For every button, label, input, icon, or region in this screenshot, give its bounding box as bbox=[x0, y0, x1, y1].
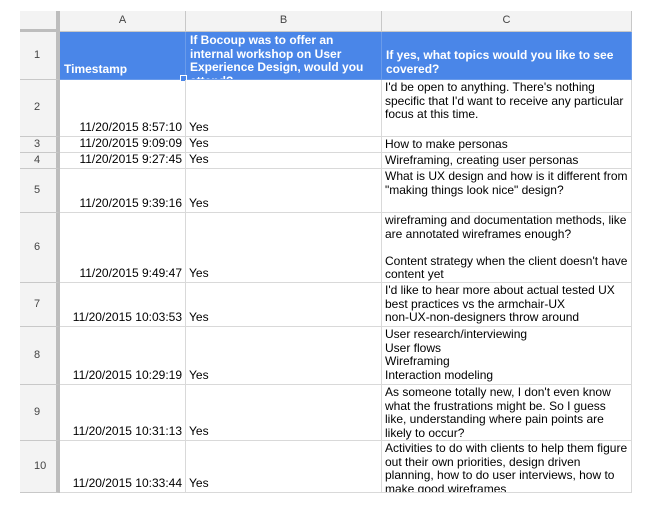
header-cell-attend[interactable]: If Bocoup was to offer an internal works… bbox=[186, 32, 382, 80]
timestamp-cell[interactable]: 11/20/2015 10:31:13 bbox=[60, 385, 186, 441]
row-header[interactable]: 10 bbox=[20, 441, 60, 493]
row-header[interactable]: 5 bbox=[20, 169, 60, 213]
topics-cell[interactable]: Wireframing, creating user personas bbox=[382, 153, 632, 169]
timestamp-cell[interactable]: 11/20/2015 10:33:44 bbox=[60, 441, 186, 493]
header-cell-topics[interactable]: If yes, what topics would you like to se… bbox=[382, 32, 632, 80]
attend-cell[interactable]: Yes bbox=[186, 213, 382, 283]
topics-cell[interactable]: I'd be open to anything. There's nothing… bbox=[382, 80, 632, 137]
topics-cell[interactable]: As someone totally new, I don't even kno… bbox=[382, 385, 632, 441]
row-header-1[interactable]: 1 bbox=[20, 32, 60, 80]
timestamp-cell[interactable]: 11/20/2015 9:27:45 bbox=[60, 153, 186, 169]
row-header[interactable]: 4 bbox=[20, 153, 60, 169]
header-cell-timestamp[interactable]: Timestamp bbox=[60, 32, 186, 80]
topics-cell[interactable]: User research/interviewing User flows Wi… bbox=[382, 327, 632, 385]
attend-cell[interactable]: Yes bbox=[186, 283, 382, 327]
topics-cell[interactable]: How to make personas bbox=[382, 137, 632, 153]
row-header[interactable]: 6 bbox=[20, 213, 60, 283]
row-header[interactable]: 3 bbox=[20, 137, 60, 153]
select-all-corner[interactable] bbox=[20, 11, 60, 32]
column-header-b[interactable]: B bbox=[186, 11, 382, 32]
column-header-a[interactable]: A bbox=[60, 11, 186, 32]
attend-cell[interactable]: Yes bbox=[186, 385, 382, 441]
attend-cell[interactable]: Yes bbox=[186, 327, 382, 385]
attend-cell[interactable]: Yes bbox=[186, 169, 382, 213]
row-header[interactable]: 9 bbox=[20, 385, 60, 441]
spreadsheet-grid: A B C 1 Timestamp If Bocoup was to offer… bbox=[20, 11, 632, 493]
row-header[interactable]: 2 bbox=[20, 80, 60, 137]
timestamp-cell[interactable]: 11/20/2015 10:29:19 bbox=[60, 327, 186, 385]
timestamp-cell[interactable]: 11/20/2015 10:03:53 bbox=[60, 283, 186, 327]
attend-cell[interactable]: Yes bbox=[186, 80, 382, 137]
topics-cell[interactable]: wireframing and documentation methods, l… bbox=[382, 213, 632, 283]
row-header[interactable]: 8 bbox=[20, 327, 60, 385]
topics-cell[interactable]: I'd like to hear more about actual teste… bbox=[382, 283, 632, 327]
timestamp-cell[interactable]: 11/20/2015 9:09:09 bbox=[60, 137, 186, 153]
topics-cell[interactable]: What is UX design and how is it differen… bbox=[382, 169, 632, 213]
timestamp-cell[interactable]: 11/20/2015 9:39:16 bbox=[60, 169, 186, 213]
row-header[interactable]: 7 bbox=[20, 283, 60, 327]
attend-cell[interactable]: Yes bbox=[186, 153, 382, 169]
topics-cell[interactable]: Activities to do with clients to help th… bbox=[382, 441, 632, 493]
attend-cell[interactable]: Yes bbox=[186, 441, 382, 493]
timestamp-cell[interactable]: 11/20/2015 8:57:10 bbox=[60, 80, 186, 137]
timestamp-cell[interactable]: 11/20/2015 9:49:47 bbox=[60, 213, 186, 283]
column-header-c[interactable]: C bbox=[382, 11, 632, 32]
attend-cell[interactable]: Yes bbox=[186, 137, 382, 153]
